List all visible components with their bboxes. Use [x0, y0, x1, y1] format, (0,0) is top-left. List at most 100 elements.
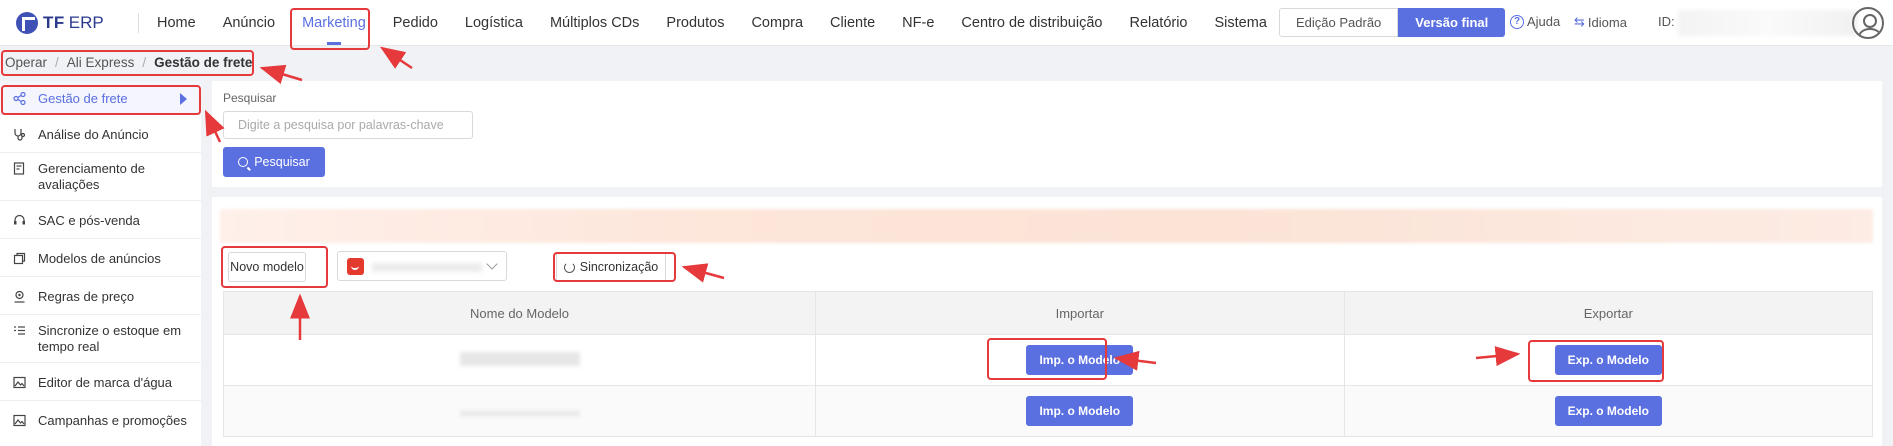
sidebar-item-label: SAC e pós-venda	[38, 213, 140, 228]
search-label: Pesquisar	[223, 91, 277, 105]
sidebar-item-sac[interactable]: SAC e pós-venda	[0, 201, 201, 239]
sidebar-item-analise-anuncio[interactable]: Análise do Anúncio	[0, 115, 201, 153]
menu-item-relatorio[interactable]: Relatório	[1129, 0, 1187, 45]
menu-item-multiplos-cds[interactable]: Múltiplos CDs	[550, 0, 639, 45]
user-id-label: ID:	[1658, 14, 1675, 29]
sidebar-item-gestao-frete[interactable]: Gestão de frete	[0, 81, 201, 115]
model-name-redacted	[459, 410, 580, 416]
export-model-button[interactable]: Exp. o Modelo	[1554, 396, 1662, 426]
search-button-label: Pesquisar	[254, 155, 310, 169]
sidebar-item-avaliacoes[interactable]: Gerenciamento de avaliações	[0, 153, 201, 201]
model-name-cell	[222, 334, 817, 386]
top-navigation: TF ERP Home Anúncio Marketing Pedido Log…	[0, 0, 1893, 46]
sidebar-item-label: Gerenciamento de avaliações	[38, 161, 145, 192]
import-model-button[interactable]: Imp. o Modelo	[1026, 345, 1134, 375]
sync-button[interactable]: Sincronização	[556, 252, 666, 282]
sidebar: Gestão de frete Análise do Anúncio Geren…	[0, 81, 201, 446]
image-icon	[12, 375, 26, 389]
menu-item-home[interactable]: Home	[157, 0, 196, 45]
import-model-button[interactable]: Imp. o Modelo	[1026, 396, 1134, 426]
export-cell: Exp. o Modelo	[1343, 385, 1874, 437]
menu-item-logistica[interactable]: Logística	[465, 0, 523, 45]
promotion-icon	[12, 413, 26, 427]
annotation-arrow	[379, 46, 413, 70]
location-pin-icon	[12, 289, 26, 303]
template-panel: Novo modelo Sincronização Nome do Modelo…	[212, 197, 1882, 446]
sidebar-item-sincronize-estoque[interactable]: Sincronize o estoque em tempo real	[0, 315, 201, 363]
sidebar-item-marca-dagua[interactable]: Editor de marca d'água	[0, 363, 201, 401]
menu-item-cliente[interactable]: Cliente	[830, 0, 875, 45]
new-model-button[interactable]: Novo modelo	[228, 252, 306, 282]
sidebar-item-label: Modelos de anúncios	[38, 251, 161, 266]
chevron-down-icon	[486, 258, 498, 270]
breadcrumb-aliexpress[interactable]: Ali Express	[67, 55, 135, 70]
menu-item-nfe[interactable]: NF-e	[902, 0, 934, 45]
model-name-cell	[222, 385, 817, 437]
column-header-name: Nome do Modelo	[222, 291, 817, 335]
menu-item-compra[interactable]: Compra	[751, 0, 803, 45]
main-menu: Home Anúncio Marketing Pedido Logística …	[157, 0, 1294, 45]
caret-right-icon	[180, 93, 187, 105]
breadcrumb-separator: /	[55, 54, 59, 70]
table-row: Imp. o Modelo Exp. o Modelo	[222, 334, 1874, 386]
search-panel: Pesquisar Pesquisar	[212, 81, 1882, 187]
sidebar-item-label: Sincronize o estoque em tempo real	[38, 323, 182, 354]
sidebar-item-campanhas[interactable]: Campanhas e promoções	[0, 401, 201, 439]
help-label: Ajuda	[1527, 14, 1561, 29]
breadcrumb-separator: /	[142, 54, 147, 70]
annotation-arrow	[259, 64, 303, 85]
stethoscope-icon	[12, 127, 26, 141]
share-nodes-icon	[12, 91, 26, 105]
headset-icon	[12, 213, 26, 227]
logo[interactable]: TF ERP	[0, 0, 138, 45]
aliexpress-icon	[347, 258, 364, 275]
user-id-redacted	[1678, 10, 1858, 36]
export-cell: Exp. o Modelo	[1343, 334, 1874, 386]
store-name-redacted	[372, 263, 482, 272]
sidebar-item-label: Campanhas e promoções	[38, 413, 187, 428]
sidebar-item-label: Editor de marca d'água	[38, 375, 173, 390]
menu-item-sistema[interactable]: Sistema	[1215, 0, 1267, 45]
menu-item-pedido[interactable]: Pedido	[393, 0, 438, 45]
menu-item-marketing[interactable]: Marketing	[302, 0, 366, 45]
search-button[interactable]: Pesquisar	[223, 147, 325, 177]
sidebar-item-modelos-anuncios[interactable]: Modelos de anúncios	[0, 239, 201, 277]
edition-switch: Edição Padrão Versão final	[1279, 8, 1506, 37]
sidebar-item-regras-preco[interactable]: Regras de preço	[0, 277, 201, 315]
logo-icon	[16, 11, 38, 34]
logo-name-text: ERP	[68, 12, 104, 32]
sync-button-label: Sincronização	[579, 260, 659, 274]
menu-item-centro-distribuicao[interactable]: Centro de distribuição	[961, 0, 1102, 45]
edition-final-button[interactable]: Versão final	[1398, 8, 1506, 37]
table-row: Imp. o Modelo Exp. o Modelo	[222, 385, 1874, 437]
sidebar-item-label: Análise do Anúncio	[38, 127, 149, 142]
breadcrumb-current: Gestão de frete	[154, 54, 253, 70]
search-input[interactable]	[223, 111, 473, 139]
sidebar-item-label: Regras de preço	[38, 289, 135, 304]
refresh-icon	[563, 261, 575, 273]
sidebar-item-label: Gestão de frete	[38, 91, 128, 106]
breadcrumb-operar[interactable]: Operar	[5, 55, 47, 70]
edition-standard-button[interactable]: Edição Padrão	[1279, 8, 1399, 37]
import-cell: Imp. o Modelo	[815, 334, 1345, 386]
import-cell: Imp. o Modelo	[815, 385, 1345, 437]
language-icon: ⇆	[1574, 14, 1585, 29]
column-header-export: Exportar	[1343, 291, 1874, 335]
export-model-button[interactable]: Exp. o Modelo	[1554, 345, 1662, 375]
models-table: Nome do Modelo Importar Exportar Imp. o …	[222, 291, 1874, 437]
logo-mark-text: TF	[43, 12, 65, 32]
table-header-row: Nome do Modelo Importar Exportar	[222, 291, 1874, 335]
notice-banner-redacted	[220, 209, 1873, 243]
user-avatar-icon[interactable]	[1852, 7, 1884, 39]
language-link[interactable]: ⇆ Idioma	[1574, 14, 1627, 30]
nav-divider	[138, 12, 139, 33]
menu-item-anuncio[interactable]: Anúncio	[223, 0, 275, 45]
store-select[interactable]	[337, 251, 507, 281]
model-name-redacted	[459, 351, 580, 366]
copy-icon	[12, 251, 26, 265]
help-link[interactable]: ? Ajuda	[1510, 14, 1560, 29]
breadcrumb: Operar / Ali Express / Gestão de frete	[0, 48, 252, 76]
column-header-import: Importar	[815, 291, 1345, 335]
language-label: Idioma	[1587, 14, 1627, 30]
menu-item-produtos[interactable]: Produtos	[666, 0, 724, 45]
